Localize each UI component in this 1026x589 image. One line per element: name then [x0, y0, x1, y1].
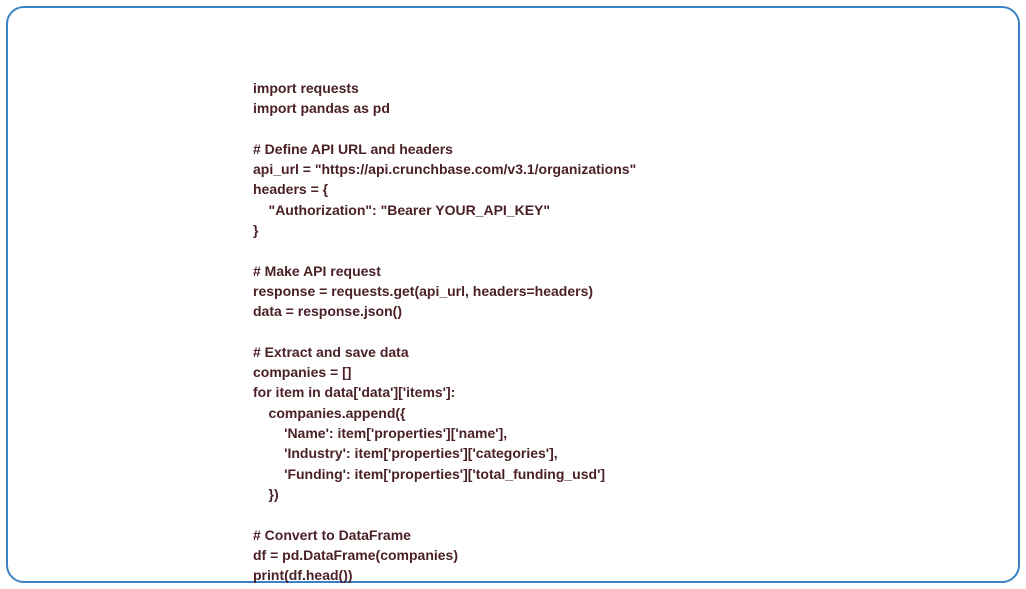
code-block: import requests import pandas as pd # De…: [253, 78, 1018, 585]
code-frame: import requests import pandas as pd # De…: [6, 6, 1020, 583]
